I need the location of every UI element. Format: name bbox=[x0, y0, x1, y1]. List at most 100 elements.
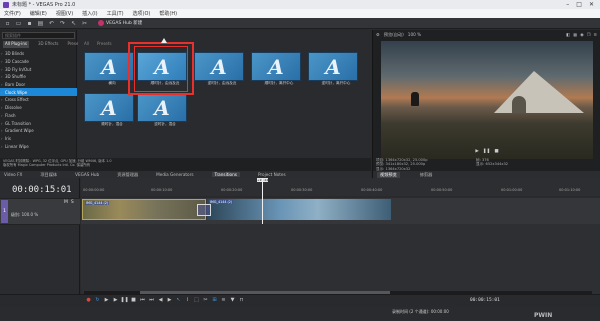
search-input[interactable]: 搜索插件 bbox=[2, 32, 75, 39]
split-view-icon[interactable]: ◧ bbox=[566, 32, 570, 37]
stop-icon[interactable]: ■ bbox=[131, 297, 136, 303]
list-item[interactable]: Barn Door bbox=[0, 81, 77, 89]
video-clip[interactable]: IMG_4144 (2) bbox=[82, 199, 206, 220]
zoom-level[interactable]: 100 % bbox=[408, 32, 421, 37]
menu-options[interactable]: 选项(O) bbox=[133, 10, 151, 17]
timecode-display: 00:00:15:01 bbox=[12, 185, 72, 195]
marker-icon[interactable]: ▼ bbox=[230, 297, 235, 303]
list-item[interactable]: Cross Effect bbox=[0, 96, 77, 104]
list-item[interactable]: 3D Fly In/Out bbox=[0, 65, 77, 73]
tab-video-fx[interactable]: Video FX bbox=[4, 172, 22, 177]
menu-help[interactable]: 帮助(H) bbox=[159, 10, 177, 17]
cursor-icon[interactable]: ↖ bbox=[70, 20, 77, 27]
pause-icon[interactable]: ❚❚ bbox=[483, 149, 491, 155]
tab-video-preview[interactable]: 视频预览 bbox=[377, 171, 400, 178]
snapshot-icon[interactable]: ◉ bbox=[580, 32, 584, 37]
preview-settings-icon[interactable]: ⚙ bbox=[376, 32, 380, 37]
prev-frame-icon[interactable]: ◀ bbox=[158, 297, 163, 303]
menu-view[interactable]: 视图(V) bbox=[56, 10, 73, 17]
tab-transitions[interactable]: Transitions bbox=[211, 172, 240, 177]
display-size-info: 显示: 652x344x32 bbox=[476, 162, 509, 167]
list-item[interactable]: 3D Cascade bbox=[0, 58, 77, 66]
preview-quality[interactable]: 预览(自动) bbox=[384, 32, 404, 38]
watermark: PWIN bbox=[534, 312, 553, 319]
list-item-selected[interactable]: Clock Wipe bbox=[0, 88, 77, 97]
new-icon[interactable]: ▫ bbox=[4, 20, 11, 27]
preset-thumb-6[interactable]: A 顺时针，混合 bbox=[84, 93, 140, 127]
list-item[interactable]: GL Transition bbox=[0, 119, 77, 127]
record-icon[interactable]: ● bbox=[86, 297, 91, 303]
minimize-icon[interactable]: – bbox=[566, 1, 569, 8]
preset-thumb-5[interactable]: A 逆时针，离开中心 bbox=[308, 52, 364, 86]
tab-presets[interactable]: Presets bbox=[97, 41, 112, 48]
overlay-icon[interactable]: ▦ bbox=[573, 32, 577, 37]
list-item[interactable]: Gradient Wipe bbox=[0, 127, 77, 135]
close-icon[interactable]: ✕ bbox=[589, 1, 594, 8]
list-item[interactable]: Linear Wipe bbox=[0, 142, 77, 150]
next-frame-icon[interactable]: ▶ bbox=[167, 297, 172, 303]
tab-media-generators[interactable]: Media Generators bbox=[156, 172, 193, 177]
hub-label: VEGAS Hub 新建 bbox=[106, 21, 143, 26]
preset-thumb-4[interactable]: A 顺时针，离开中心 bbox=[251, 52, 307, 86]
mute-button[interactable]: M bbox=[64, 200, 68, 205]
tab-trimmer[interactable]: 修剪器 bbox=[420, 172, 433, 178]
snapping-icon[interactable]: ⊞ bbox=[212, 297, 217, 303]
menu-file[interactable]: 文件(F) bbox=[4, 10, 21, 17]
highlight-box-inner bbox=[134, 46, 188, 92]
list-item[interactable]: 3D Blinds bbox=[0, 50, 77, 58]
pause-icon[interactable]: ❚❚ bbox=[120, 297, 128, 303]
list-item[interactable]: Flash bbox=[0, 112, 77, 120]
undo-icon[interactable]: ↶ bbox=[48, 20, 55, 27]
properties-icon[interactable]: ▤ bbox=[37, 20, 44, 27]
menu-edit[interactable]: 编辑(E) bbox=[30, 10, 47, 17]
ruler-tick: 00:01:10:00 bbox=[559, 188, 581, 192]
tab-project-notes[interactable]: Project Notes bbox=[258, 172, 286, 177]
tab-all-plugins[interactable]: All Plug-ins bbox=[3, 41, 30, 48]
ripple-icon[interactable]: ≋ bbox=[221, 297, 226, 303]
empty-timeline-area[interactable] bbox=[81, 224, 600, 294]
selection-edit-icon[interactable]: ⬚ bbox=[194, 297, 199, 303]
tab-project-media[interactable]: 项目媒体 bbox=[40, 172, 57, 178]
preset-preview-icon: A bbox=[268, 54, 284, 79]
split-icon[interactable]: ✂ bbox=[203, 297, 208, 303]
list-item[interactable]: Dissolve bbox=[0, 104, 77, 112]
video-clip[interactable]: IMG_4144 (2) bbox=[207, 199, 391, 220]
menu-tools[interactable]: 工具(T) bbox=[107, 10, 124, 17]
play-icon[interactable]: ▶ bbox=[113, 297, 118, 303]
ruler-tick: 00:00:20:00 bbox=[221, 188, 243, 192]
tab-explorer[interactable]: 资源管理器 bbox=[117, 172, 138, 178]
redo-icon[interactable]: ↷ bbox=[59, 20, 66, 27]
track-level[interactable]: 级别: 100.0 % bbox=[11, 212, 38, 218]
preset-thumb-7[interactable]: A 逆时针，混合 bbox=[137, 93, 193, 127]
copy-icon[interactable]: ❐ bbox=[587, 32, 591, 37]
normal-edit-icon[interactable]: ↖ bbox=[176, 297, 181, 303]
region-icon[interactable]: ⊓ bbox=[239, 297, 244, 303]
transition-marker[interactable] bbox=[197, 204, 211, 216]
maximize-icon[interactable]: □ bbox=[576, 1, 582, 8]
play-from-start-icon[interactable]: ▶ bbox=[104, 297, 109, 303]
tab-all[interactable]: All bbox=[84, 41, 89, 48]
preset-label: 顺时针，混合 bbox=[101, 122, 123, 126]
go-to-end-icon[interactable]: ⏭ bbox=[149, 297, 154, 303]
track-number: 1 bbox=[1, 200, 8, 223]
stop-icon[interactable]: ■ bbox=[494, 149, 498, 155]
menu-icon[interactable]: ≡ bbox=[593, 32, 597, 37]
preset-thumb-3[interactable]: A 逆时针，由远及近 bbox=[194, 52, 250, 86]
tab-vegas-hub[interactable]: VEGAS Hub bbox=[75, 172, 99, 177]
video-track-lane[interactable]: IMG_4144 (2) IMG_4144 (2) bbox=[81, 198, 600, 224]
trim-icon[interactable]: ✂ bbox=[81, 20, 88, 27]
open-icon[interactable]: ▭ bbox=[15, 20, 22, 27]
vegas-hub-button[interactable]: VEGAS Hub 新建 bbox=[98, 20, 142, 26]
solo-button[interactable]: S bbox=[71, 200, 74, 205]
play-icon[interactable]: ▶ bbox=[475, 149, 478, 155]
save-icon[interactable]: ▪ bbox=[26, 20, 33, 27]
list-item[interactable]: 3D Shuffle bbox=[0, 73, 77, 81]
tab-3d-effects[interactable]: 3D Effects bbox=[38, 41, 59, 48]
loop-icon[interactable]: ↻ bbox=[95, 297, 100, 303]
menu-insert[interactable]: 插入(I) bbox=[82, 10, 97, 17]
go-to-start-icon[interactable]: ⏮ bbox=[140, 297, 145, 303]
list-item[interactable]: Iris bbox=[0, 135, 77, 143]
end-time-display: 00:00:15:01 bbox=[470, 298, 500, 303]
envelope-edit-icon[interactable]: ⌇ bbox=[185, 297, 190, 303]
timeline-ruler[interactable]: 00:00:00:00 00:00:10:00 00:00:20:00 00:0… bbox=[81, 178, 600, 196]
